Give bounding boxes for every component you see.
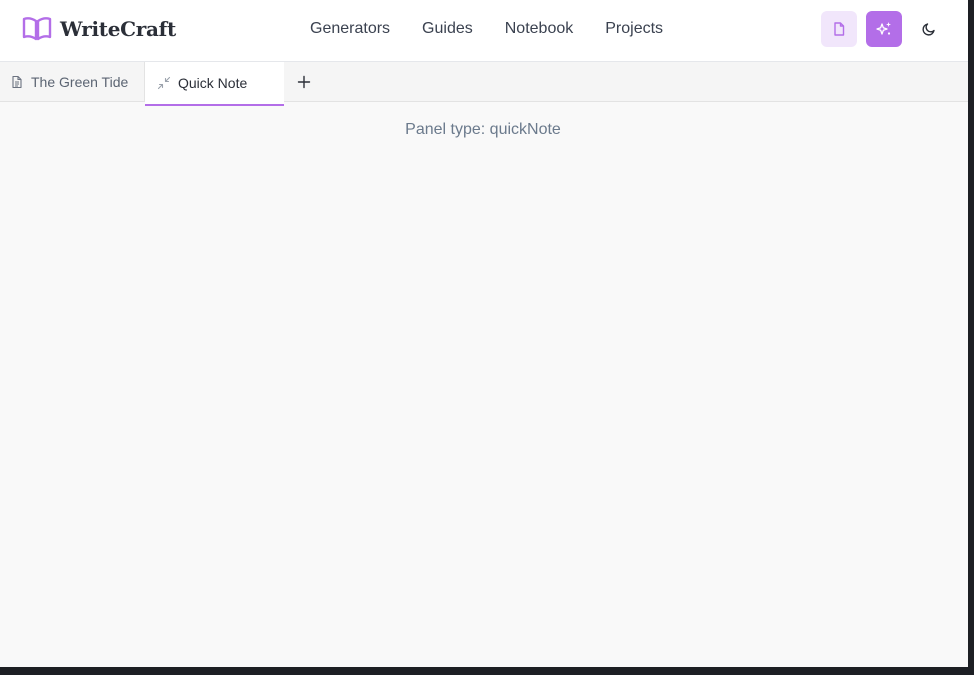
app-window: WriteCraft Generators Guides Notebook Pr… — [0, 0, 968, 667]
header-actions — [821, 11, 956, 47]
nav-projects[interactable]: Projects — [605, 19, 663, 39]
app-name: WriteCraft — [60, 17, 176, 41]
theme-toggle-button[interactable] — [911, 11, 947, 47]
ai-assist-button[interactable] — [866, 11, 902, 47]
nav-generators[interactable]: Generators — [310, 19, 390, 39]
tab-label: The Green Tide — [31, 74, 129, 90]
tab-the-green-tide[interactable]: The Green Tide — [0, 62, 145, 102]
tab-strip: The Green Tide Quick Note — [0, 62, 968, 106]
open-book-icon — [22, 17, 52, 41]
nav-guides[interactable]: Guides — [422, 19, 473, 39]
minimize-icon — [157, 76, 171, 90]
document-icon — [834, 22, 845, 36]
moon-icon — [922, 23, 935, 36]
add-tab-button[interactable] — [293, 71, 315, 93]
top-header: WriteCraft Generators Guides Notebook Pr… — [0, 0, 968, 62]
main-nav: Generators Guides Notebook Projects — [310, 19, 695, 39]
sparkles-icon — [876, 22, 891, 35]
plus-icon — [297, 75, 311, 89]
panel-type-label: Panel type: quickNote — [405, 121, 561, 138]
brand[interactable]: WriteCraft — [22, 14, 176, 44]
nav-notebook[interactable]: Notebook — [505, 19, 574, 39]
document-button[interactable] — [821, 11, 857, 47]
document-icon — [12, 75, 22, 89]
tab-label: Quick Note — [178, 75, 248, 91]
tab-quick-note[interactable]: Quick Note — [145, 62, 284, 106]
